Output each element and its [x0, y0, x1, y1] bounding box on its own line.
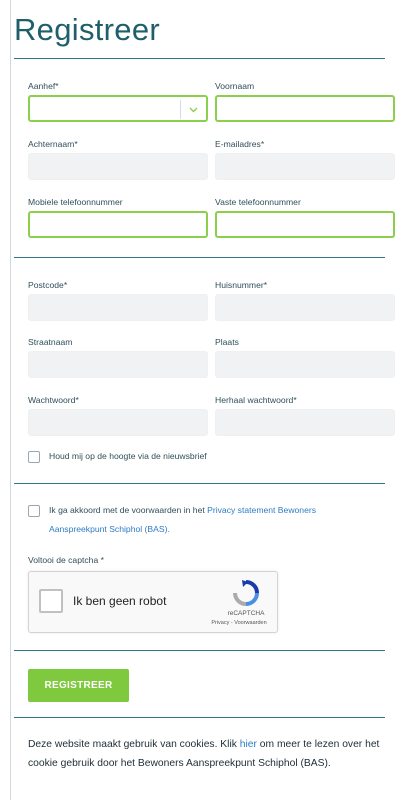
recaptcha-checkbox[interactable] — [39, 589, 63, 613]
terms-label: Ik ga akkoord met de voorwaarden in het … — [49, 501, 368, 539]
plaats-input[interactable] — [215, 351, 395, 378]
huisnummer-input[interactable] — [215, 294, 395, 321]
straatnaam-input[interactable] — [28, 351, 208, 378]
divider — [14, 717, 385, 718]
email-input[interactable] — [215, 153, 395, 180]
divider — [14, 650, 385, 651]
voornaam-input[interactable] — [215, 95, 395, 122]
herhaal-wachtwoord-label: Herhaal wachtwoord* — [215, 395, 297, 405]
page-left-border — [10, 0, 11, 800]
straatnaam-label: Straatnaam — [28, 337, 73, 347]
newsletter-option[interactable]: Houd mij op de hoogte via de nieuwsbrief — [28, 451, 207, 466]
newsletter-checkbox[interactable] — [28, 451, 40, 463]
aanhef-label: Aanhef* — [28, 81, 59, 91]
mobiel-label: Mobiele telefoonnummer — [28, 197, 123, 207]
newsletter-label: Houd mij op de hoogte via de nieuwsbrief — [49, 451, 207, 461]
recaptcha-widget: Ik ben geen robot reCAPTCHA Privacy - Vo… — [28, 571, 278, 633]
terms-checkbox[interactable] — [28, 505, 40, 517]
achternaam-label: Achternaam* — [28, 139, 78, 149]
vast-input[interactable] — [215, 211, 395, 238]
register-button[interactable]: REGISTREER — [28, 669, 129, 702]
cookie-notice: Deze website maakt gebruik van cookies. … — [28, 736, 388, 773]
cookie-text: Deze website maakt gebruik van cookies. … — [28, 739, 240, 750]
recaptcha-label: Ik ben geen robot — [73, 594, 167, 608]
postcode-input[interactable] — [28, 294, 208, 321]
aanhef-select[interactable] — [28, 95, 208, 122]
wachtwoord-input[interactable] — [28, 409, 208, 436]
postcode-label: Postcode* — [28, 280, 68, 290]
achternaam-input[interactable] — [28, 153, 208, 180]
terms-text: Ik ga akkoord met de voorwaarden in het — [49, 505, 208, 515]
recaptcha-brand: reCAPTCHA — [227, 610, 265, 617]
recaptcha-logo-icon — [233, 580, 259, 606]
captcha-heading: Voltooi de captcha * — [28, 555, 104, 565]
divider — [14, 58, 385, 59]
divider — [14, 257, 385, 258]
email-label: E-mailadres* — [215, 139, 265, 149]
cookie-info-link[interactable]: hier — [240, 739, 257, 750]
mobiel-input[interactable] — [28, 211, 208, 238]
vast-label: Vaste telefoonnummer — [215, 197, 301, 207]
chevron-down-icon[interactable] — [180, 100, 206, 119]
terms-option[interactable]: Ik ga akkoord met de voorwaarden in het … — [28, 505, 368, 539]
page-title: Registreer — [14, 12, 160, 47]
huisnummer-label: Huisnummer* — [215, 280, 268, 290]
plaats-label: Plaats — [215, 337, 239, 347]
recaptcha-privacy-terms-link[interactable]: Privacy - Voorwaarden — [203, 620, 275, 626]
herhaal-wachtwoord-input[interactable] — [215, 409, 395, 436]
divider — [14, 483, 385, 484]
voornaam-label: Voornaam — [215, 81, 255, 91]
wachtwoord-label: Wachtwoord* — [28, 395, 79, 405]
